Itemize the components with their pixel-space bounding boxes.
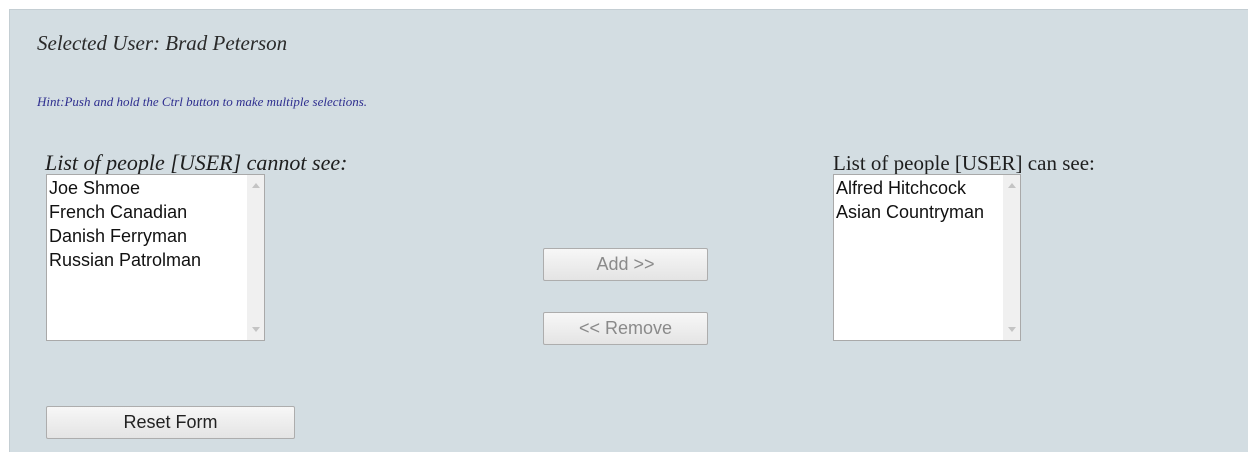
list-item[interactable]: Joe Shmoe: [49, 176, 264, 200]
list-item[interactable]: Danish Ferryman: [49, 224, 264, 248]
selected-user-heading: Selected User: Brad Peterson: [37, 31, 288, 55]
scroll-down-arrow-icon[interactable]: [251, 327, 260, 332]
list-item[interactable]: Alfred Hitchcock: [836, 176, 1020, 200]
list-item[interactable]: French Canadian: [49, 200, 264, 224]
scroll-up-arrow-icon[interactable]: [251, 183, 260, 188]
list-item[interactable]: Asian Countryman: [836, 200, 1020, 224]
remove-button[interactable]: << Remove: [543, 312, 708, 345]
can-see-listbox[interactable]: Alfred Hitchcock Asian Countryman: [833, 174, 1021, 341]
scroll-down-arrow-icon[interactable]: [1007, 327, 1016, 332]
can-see-list-label: List of people [USER] can see:: [833, 151, 1095, 175]
can-see-scrollbar[interactable]: [1003, 175, 1020, 340]
list-item[interactable]: Russian Patrolman: [49, 248, 264, 272]
add-button[interactable]: Add >>: [543, 248, 708, 281]
cannot-see-list-label: List of people [USER] cannot see:: [45, 150, 348, 175]
scroll-up-arrow-icon[interactable]: [1007, 183, 1016, 188]
multi-select-hint: Hint:Push and hold the Ctrl button to ma…: [37, 94, 368, 109]
cannot-see-listbox[interactable]: Joe Shmoe French Canadian Danish Ferryma…: [46, 174, 265, 341]
reset-form-button[interactable]: Reset Form: [46, 406, 295, 439]
cannot-see-scrollbar[interactable]: [247, 175, 264, 340]
